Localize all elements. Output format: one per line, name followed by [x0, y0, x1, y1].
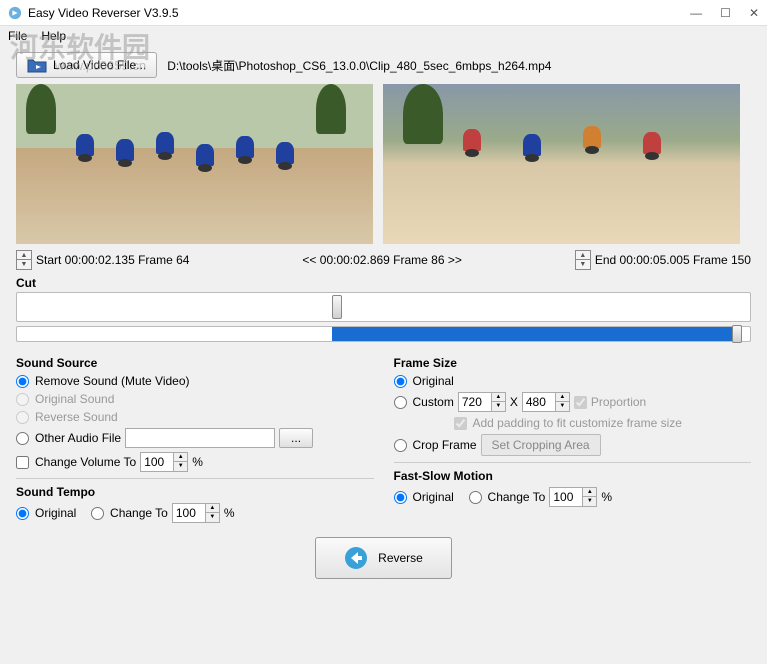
- sound-source-title: Sound Source: [16, 356, 374, 370]
- folder-video-icon: [27, 57, 47, 73]
- original-sound-radio: [16, 393, 29, 406]
- minimize-button[interactable]: —: [690, 6, 702, 20]
- other-audio-label: Other Audio File: [35, 431, 121, 445]
- height-spinner[interactable]: ▲▼: [522, 392, 570, 412]
- close-button[interactable]: ✕: [749, 6, 759, 20]
- maximize-button[interactable]: ☐: [720, 6, 731, 20]
- dimension-x: X: [510, 395, 518, 409]
- cut-slider-handle[interactable]: [332, 295, 342, 319]
- load-video-label: Load Video File...: [53, 58, 146, 72]
- motion-percent: %: [601, 490, 612, 504]
- size-original-label: Original: [413, 374, 454, 388]
- padding-label: Add padding to fit customize frame size: [473, 416, 682, 430]
- tempo-change-label: Change To: [110, 506, 168, 520]
- proportion-label: Proportion: [591, 395, 646, 409]
- app-icon: [8, 6, 22, 20]
- titlebar: Easy Video Reverser V3.9.5 — ☐ ✕: [0, 0, 767, 26]
- crop-frame-label: Crop Frame: [413, 438, 477, 452]
- menubar: File Help: [0, 26, 767, 46]
- start-frame-spinner[interactable]: ▲▼: [16, 250, 32, 270]
- volume-spinner[interactable]: ▲▼: [140, 452, 188, 472]
- set-cropping-button[interactable]: Set Cropping Area: [481, 434, 601, 456]
- motion-change-radio[interactable]: [469, 491, 482, 504]
- reverse-button-label: Reverse: [378, 551, 423, 565]
- change-volume-label: Change Volume To: [35, 455, 136, 469]
- size-custom-label: Custom: [413, 395, 454, 409]
- size-original-radio[interactable]: [394, 375, 407, 388]
- original-sound-label: Original Sound: [35, 392, 114, 406]
- width-spinner[interactable]: ▲▼: [458, 392, 506, 412]
- load-video-button[interactable]: Load Video File...: [16, 52, 157, 78]
- range-fill: [332, 327, 735, 341]
- proportion-checkbox: [574, 396, 587, 409]
- reverse-sound-radio: [16, 411, 29, 424]
- tempo-spinner[interactable]: ▲▼: [172, 503, 220, 523]
- reverse-button[interactable]: Reverse: [315, 537, 452, 579]
- crop-frame-radio[interactable]: [394, 439, 407, 452]
- volume-percent: %: [192, 455, 203, 469]
- tempo-original-radio[interactable]: [16, 507, 29, 520]
- end-frame-spinner[interactable]: ▲▼: [575, 250, 591, 270]
- motion-original-radio[interactable]: [394, 491, 407, 504]
- reverse-sound-label: Reverse Sound: [35, 410, 118, 424]
- menu-file[interactable]: File: [8, 29, 27, 43]
- size-custom-radio[interactable]: [394, 396, 407, 409]
- end-time-label: End 00:00:05.005 Frame 150: [595, 253, 751, 267]
- change-volume-checkbox[interactable]: [16, 456, 29, 469]
- preview-right: [383, 84, 740, 244]
- cut-slider[interactable]: [16, 292, 751, 322]
- other-audio-input[interactable]: [125, 428, 275, 448]
- padding-checkbox: [454, 417, 467, 430]
- reverse-arrow-icon: [344, 546, 368, 570]
- menu-help[interactable]: Help: [41, 29, 66, 43]
- sound-tempo-title: Sound Tempo: [16, 485, 374, 499]
- remove-sound-radio[interactable]: [16, 375, 29, 388]
- range-end-handle[interactable]: [732, 325, 742, 343]
- tempo-percent: %: [224, 506, 235, 520]
- remove-sound-label: Remove Sound (Mute Video): [35, 374, 190, 388]
- range-slider[interactable]: [16, 326, 751, 342]
- motion-original-label: Original: [413, 490, 454, 504]
- browse-audio-button[interactable]: ...: [279, 428, 313, 448]
- motion-title: Fast-Slow Motion: [394, 469, 752, 483]
- motion-change-label: Change To: [488, 490, 546, 504]
- preview-left: [16, 84, 373, 244]
- file-path: D:\tools\桌面\Photoshop_CS6_13.0.0\Clip_48…: [167, 57, 551, 74]
- frame-size-title: Frame Size: [394, 356, 752, 370]
- mid-time-label[interactable]: << 00:00:02.869 Frame 86 >>: [302, 253, 461, 267]
- motion-spinner[interactable]: ▲▼: [549, 487, 597, 507]
- cut-label: Cut: [16, 276, 751, 290]
- start-time-label: Start 00:00:02.135 Frame 64: [36, 253, 189, 267]
- tempo-change-radio[interactable]: [91, 507, 104, 520]
- other-audio-radio[interactable]: [16, 432, 29, 445]
- window-title: Easy Video Reverser V3.9.5: [28, 6, 690, 20]
- tempo-original-label: Original: [35, 506, 76, 520]
